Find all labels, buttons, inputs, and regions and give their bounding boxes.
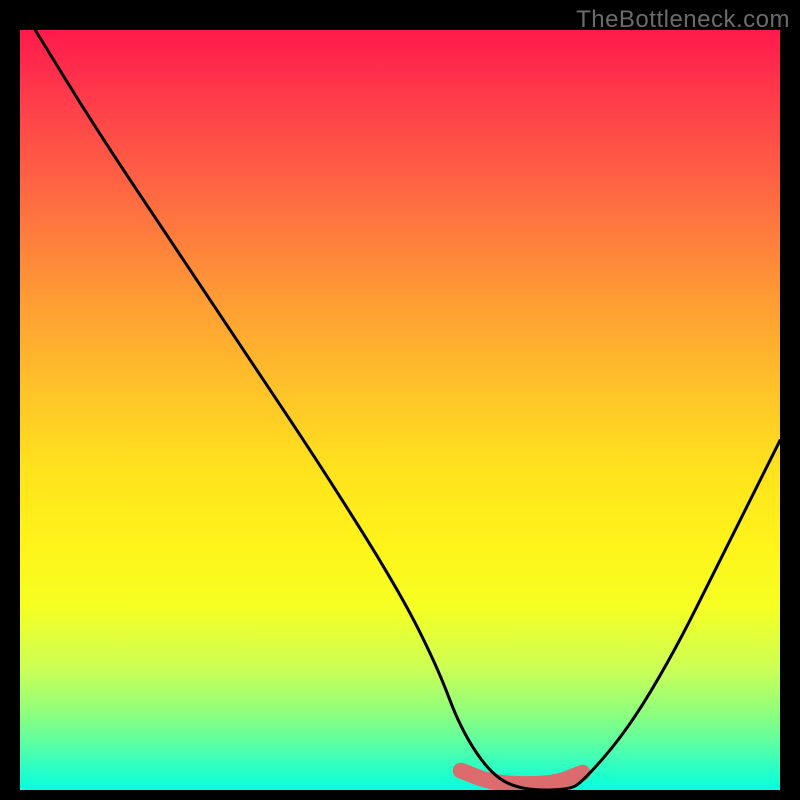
bottleneck-curve <box>35 30 780 790</box>
watermark-text: TheBottleneck.com <box>576 6 790 34</box>
chart-plot-area <box>20 30 780 790</box>
optimal-region-highlight <box>461 771 583 785</box>
chart-svg-layer <box>20 30 780 790</box>
